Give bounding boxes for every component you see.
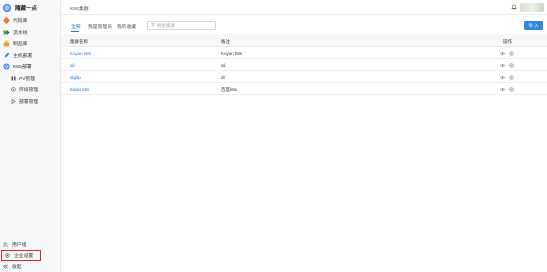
k8s-icon [3, 63, 10, 70]
row-actions [500, 50, 514, 56]
sidebar-item-label: 用户组 [12, 243, 27, 248]
sidebar-bottom: 用户组 企业设置 收起 [0, 239, 61, 272]
cluster-desc: ali [221, 63, 226, 68]
sidebar-item-label: 代码库 [13, 19, 28, 25]
column-header-ops: 操作 [503, 38, 512, 44]
import-button[interactable]: 导 入 [524, 21, 543, 30]
sidebar-item-pipeline[interactable]: 流水线 [0, 27, 60, 39]
view-icon[interactable] [500, 63, 505, 68]
sidebar-item-label: 收起 [12, 265, 22, 270]
column-header-name: 集群名称 [70, 38, 88, 44]
tab-admin[interactable]: 我是管理员 [88, 23, 112, 30]
sidebar: 隨藏一点 代码库 流水线 制品库 主机部署 K8S部署 PV管理 环境管理 部署… [0, 0, 61, 272]
page-title: K8S集群 [70, 7, 89, 12]
row-actions [500, 62, 514, 68]
collapse-icon [3, 264, 8, 269]
search-input[interactable] [157, 23, 215, 28]
sidebar-item-enterprise-settings[interactable]: 企业设置 [1, 250, 41, 261]
view-icon[interactable] [500, 87, 505, 92]
cluster-name-link[interactable]: Koyun k8s [70, 51, 91, 56]
sidebar-item-label: 流水线 [13, 30, 28, 36]
sidebar-item-label: 企业设置 [14, 254, 34, 259]
settings-icon[interactable] [509, 74, 514, 80]
table-row: digitp dt [61, 71, 547, 83]
avatar[interactable] [520, 3, 544, 12]
sidebar-item-label: 环境管理 [19, 88, 39, 94]
cluster-name-link[interactable]: digitp [70, 75, 81, 80]
cluster-table: 集群名称 备注 操作 Koyun k8s Koyun k8s ali ali d… [61, 34, 547, 95]
filter-icon [151, 22, 155, 29]
view-icon[interactable] [500, 75, 505, 80]
rocket-icon [3, 52, 10, 59]
sidebar-item-pv[interactable]: PV管理 [0, 73, 60, 85]
cluster-desc: 百度k8s [221, 87, 238, 92]
cluster-desc: dt [221, 75, 225, 80]
tab-all[interactable]: 全部 [71, 23, 81, 30]
brand[interactable]: 隨藏一点 [0, 0, 60, 15]
sidebar-item-k8s-deploy[interactable]: K8S部署 [0, 61, 60, 73]
bell-icon[interactable] [511, 4, 517, 10]
cluster-name-link[interactable]: baidu k8s [70, 87, 89, 92]
settings-icon[interactable] [509, 86, 514, 92]
environment-icon [11, 87, 16, 92]
sidebar-item-user-group[interactable]: 用户组 [0, 239, 61, 250]
cluster-name-link[interactable]: ali [70, 63, 75, 68]
sidebar-item-host-deploy[interactable]: 主机部署 [0, 50, 60, 62]
sidebar-item-label: 部署管理 [19, 99, 39, 105]
sidebar-item-code-repo[interactable]: 代码库 [0, 15, 60, 27]
sidebar-item-label: K8S部署 [13, 65, 32, 71]
tab-favorites[interactable]: 我的收藏 [117, 23, 136, 30]
row-actions [500, 74, 514, 80]
deploy-icon [11, 98, 16, 104]
view-icon[interactable] [500, 51, 505, 56]
table-row: ali ali [61, 59, 547, 71]
table-row: baidu k8s 百度k8s [61, 83, 547, 95]
globe-icon [3, 3, 11, 12]
table-row: Koyun k8s Koyun k8s [61, 47, 547, 59]
pv-icon [11, 76, 16, 81]
sidebar-item-deploy[interactable]: 部署管理 [0, 96, 60, 108]
sidebar-item-label: 制品库 [13, 42, 28, 48]
top-header: K8S集群 [61, 0, 547, 15]
settings-icon[interactable] [509, 50, 514, 56]
row-actions [500, 86, 514, 92]
search-box[interactable] [147, 21, 216, 30]
cluster-desc: Koyun k8s [221, 51, 243, 56]
sidebar-item-label: 主机部署 [13, 53, 33, 59]
code-repo-icon [3, 17, 10, 25]
column-header-desc: 备注 [221, 38, 230, 44]
tab-active-indicator [71, 31, 79, 32]
pipeline-icon [3, 29, 10, 36]
artifact-icon [3, 40, 10, 47]
settings-icon [5, 253, 10, 258]
sidebar-item-environment[interactable]: 环境管理 [0, 84, 60, 96]
user-group-icon [3, 242, 8, 247]
settings-icon[interactable] [509, 62, 514, 68]
sidebar-item-artifact[interactable]: 制品库 [0, 38, 60, 50]
toolbar: 全部 我是管理员 我的收藏 导 入 [61, 16, 547, 34]
sidebar-collapse[interactable]: 收起 [0, 261, 61, 272]
brand-name: 隨藏一点 [15, 5, 38, 12]
table-header: 集群名称 备注 操作 [61, 34, 547, 47]
sidebar-item-label: PV管理 [19, 76, 35, 82]
